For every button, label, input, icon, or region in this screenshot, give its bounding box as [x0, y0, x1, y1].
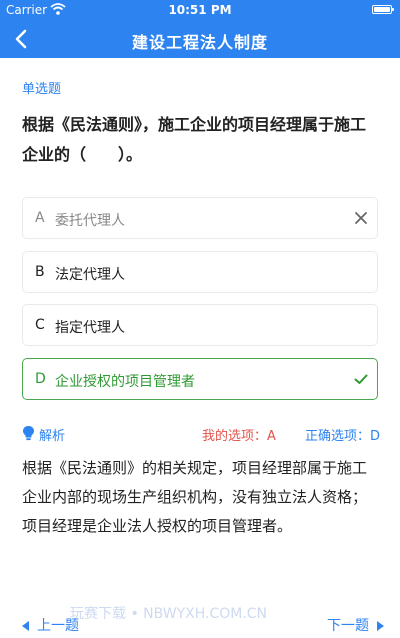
- correct-choice-label: 正确选项：D: [305, 429, 381, 444]
- option-text: 委托代理人: [55, 213, 125, 229]
- lightbulb-icon: [23, 426, 34, 441]
- option-letter: C: [35, 317, 45, 333]
- battery-icon: [372, 5, 394, 14]
- clock: 10:51 PM: [168, 3, 232, 17]
- page-title: 建设工程法人制度: [131, 33, 268, 52]
- option-text: 企业授权的项目管理者: [55, 374, 195, 390]
- option-a[interactable]: A 委托代理人: [22, 197, 378, 239]
- option-text: 法定代理人: [55, 267, 125, 283]
- question-type-label: 单选题: [22, 82, 62, 97]
- option-letter: A: [35, 210, 45, 226]
- analysis-header: 解析 我的选项：A 正确选项：D: [22, 424, 384, 444]
- prev-question-button[interactable]: 上一题: [22, 615, 79, 635]
- option-letter: D: [35, 371, 46, 387]
- option-c[interactable]: C 指定代理人: [22, 304, 378, 346]
- watermark: 玩赛下载 • NBWYXH.COM.CN: [70, 606, 268, 622]
- close-icon: [355, 212, 367, 224]
- next-question-button[interactable]: 下一题: [327, 615, 384, 635]
- triangle-left-icon: [22, 621, 29, 631]
- option-text: 指定代理人: [55, 320, 125, 336]
- check-icon: [354, 374, 368, 384]
- status-bar: Carrier 10:51 PM: [0, 0, 400, 20]
- nav-bar: 建设工程法人制度: [0, 20, 400, 58]
- triangle-right-icon: [377, 621, 384, 631]
- analysis-label: 解析: [39, 429, 66, 444]
- my-choice-label: 我的选项：A: [202, 429, 276, 444]
- question-text: 根据《民法通则》，施工企业的项目经理属于施工企业的（ ）。: [22, 115, 367, 164]
- analysis-text: 根据《民法通则》的相关规定，项目经理部属于施工企业内部的现场生产组织机构，没有独…: [22, 459, 368, 535]
- option-letter: B: [35, 264, 45, 280]
- option-d[interactable]: D 企业授权的项目管理者: [22, 358, 378, 400]
- prev-question-label: 上一题: [37, 618, 79, 634]
- next-question-label: 下一题: [327, 618, 369, 634]
- option-b[interactable]: B 法定代理人: [22, 251, 378, 293]
